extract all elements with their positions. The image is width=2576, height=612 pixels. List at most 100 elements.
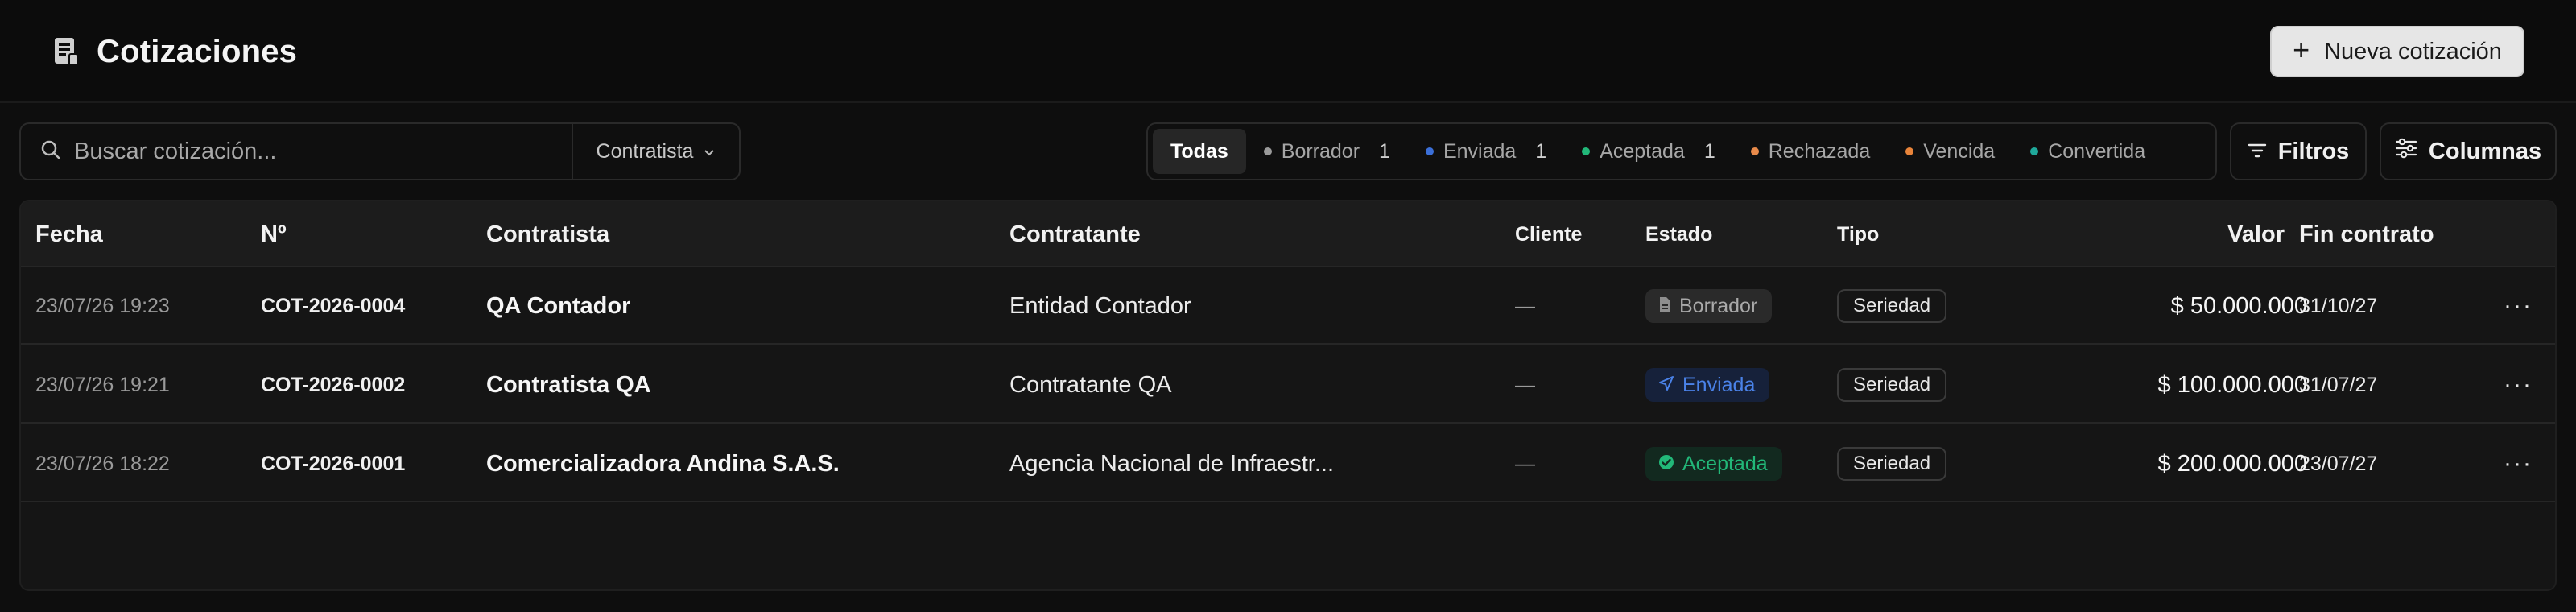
table-row[interactable]: 23/07/26 19:23 COT-2026-0004 QA Contador… xyxy=(21,267,2555,345)
cell-cliente: — xyxy=(1515,373,1535,396)
cell-fin-contrato: 31/10/27 xyxy=(2299,294,2378,317)
cell-estado: Aceptada xyxy=(1645,425,1782,502)
cell-numero: COT-2026-0002 xyxy=(261,373,406,396)
more-options-icon[interactable]: ··· xyxy=(2504,425,2533,502)
status-badge-label: Enviada xyxy=(1682,373,1756,396)
search-field[interactable] xyxy=(21,124,573,179)
column-header-fecha[interactable]: Fecha xyxy=(35,201,103,267)
plus-icon: + xyxy=(2293,33,2310,66)
filters-button[interactable]: Filtros xyxy=(2230,122,2367,180)
cell-fin-contrato: 31/07/27 xyxy=(2299,373,2378,396)
column-header-tipo[interactable]: Tipo xyxy=(1837,201,1879,267)
cell-estado: Borrador xyxy=(1645,267,1773,345)
status-dot xyxy=(1425,147,1434,155)
cell-fecha: 23/07/26 19:21 xyxy=(35,373,170,396)
status-badge: Borrador xyxy=(1645,289,1773,323)
search-box: Contratista xyxy=(19,122,741,180)
cell-tipo: Seriedad xyxy=(1837,346,1947,424)
status-badge: Enviada xyxy=(1645,368,1770,402)
status-tab-label: Rechazada xyxy=(1768,139,1871,163)
status-tab-vencida[interactable]: Vencida xyxy=(1888,129,2013,174)
status-tab-label: Aceptada xyxy=(1600,139,1685,163)
cell-fin-contrato: 23/07/27 xyxy=(2299,452,2378,475)
filter-icon xyxy=(2248,139,2267,165)
filters-label: Filtros xyxy=(2277,138,2350,164)
type-badge: Seriedad xyxy=(1837,447,1947,481)
cell-numero: COT-2026-0004 xyxy=(261,294,406,317)
status-filter-tabs: Todas Borrador 1 Enviada 1 Aceptada 1 Re… xyxy=(1146,122,2217,180)
title-group: Cotizaciones xyxy=(52,32,297,71)
status-tab-enviada[interactable]: Enviada 1 xyxy=(1408,129,1564,174)
quotes-table: Fecha Nº Contratista Contratante Cliente… xyxy=(19,200,2557,591)
column-header-cliente[interactable]: Cliente xyxy=(1515,201,1582,267)
cell-estado: Enviada xyxy=(1645,346,1770,424)
status-tab-label: Enviada xyxy=(1443,139,1517,163)
column-header-numero[interactable]: Nº xyxy=(261,201,287,267)
type-badge: Seriedad xyxy=(1837,289,1947,323)
status-tab-label: Vencida xyxy=(1923,139,1996,163)
status-tab-borrador[interactable]: Borrador 1 xyxy=(1246,129,1408,174)
more-options-icon[interactable]: ··· xyxy=(2504,267,2533,345)
column-header-contratista[interactable]: Contratista xyxy=(486,201,609,267)
search-icon xyxy=(40,139,61,164)
status-dot xyxy=(1750,147,1759,155)
status-badge-label: Aceptada xyxy=(1682,452,1768,475)
status-dot xyxy=(1582,147,1591,155)
cell-contratista: Comercializadora Andina S.A.S. xyxy=(486,450,840,477)
cell-valor: $ 200.000.000 xyxy=(2157,450,2307,477)
status-tab-count: 1 xyxy=(1379,139,1390,163)
sliders-icon xyxy=(2395,138,2417,165)
column-header-estado[interactable]: Estado xyxy=(1645,201,1712,267)
columns-button[interactable]: Columnas xyxy=(2380,122,2557,180)
cell-numero: COT-2026-0001 xyxy=(261,452,406,475)
cell-fecha: 23/07/26 19:23 xyxy=(35,294,170,317)
status-dot xyxy=(1263,147,1272,155)
cell-contratante: Entidad Contador xyxy=(1009,292,1191,319)
status-dot xyxy=(2030,147,2039,155)
cell-contratante: Agencia Nacional de Infraestr... xyxy=(1009,450,1335,477)
status-tab-rechazada[interactable]: Rechazada xyxy=(1733,129,1888,174)
column-header-valor[interactable]: Valor xyxy=(2017,201,2285,267)
check-circle-icon xyxy=(1658,453,1674,476)
search-input[interactable] xyxy=(74,138,557,165)
document-icon xyxy=(52,35,80,68)
status-tab-label: Convertida xyxy=(2048,139,2146,163)
page-header: Cotizaciones + Nueva cotización xyxy=(0,0,2576,103)
status-tab-label: Todas xyxy=(1170,139,1228,163)
status-tab-label: Borrador xyxy=(1281,139,1360,163)
cell-contratista: Contratista QA xyxy=(486,371,651,398)
status-tab-convertida[interactable]: Convertida xyxy=(2013,129,2163,174)
new-quote-button[interactable]: + Nueva cotización xyxy=(2270,26,2524,77)
status-tab-aceptada[interactable]: Aceptada 1 xyxy=(1564,129,1733,174)
status-tab-todas[interactable]: Todas xyxy=(1153,129,1246,174)
status-badge: Aceptada xyxy=(1645,447,1782,481)
contratista-select[interactable]: Contratista xyxy=(573,124,739,179)
contratista-select-label: Contratista xyxy=(596,139,694,163)
type-badge: Seriedad xyxy=(1837,368,1947,402)
table-row[interactable]: 23/07/26 18:22 COT-2026-0001 Comercializ… xyxy=(21,425,2555,502)
status-tab-count: 1 xyxy=(1703,139,1715,163)
column-header-contratante[interactable]: Contratante xyxy=(1009,201,1141,267)
new-quote-label: Nueva cotización xyxy=(2324,38,2502,64)
document-icon xyxy=(1658,295,1671,318)
chevron-down-icon xyxy=(703,140,716,163)
send-icon xyxy=(1658,374,1674,397)
table-row[interactable]: 23/07/26 19:21 COT-2026-0002 Contratista… xyxy=(21,346,2555,424)
page-title: Cotizaciones xyxy=(97,33,298,69)
cell-tipo: Seriedad xyxy=(1837,267,1947,345)
cell-cliente: — xyxy=(1515,452,1535,475)
status-tab-count: 1 xyxy=(1535,139,1547,163)
column-header-fin-contrato[interactable]: Fin contrato xyxy=(2299,201,2434,267)
cell-valor: $ 50.000.000 xyxy=(2170,292,2307,319)
cell-tipo: Seriedad xyxy=(1837,425,1947,502)
columns-label: Columnas xyxy=(2428,138,2542,164)
cell-valor: $ 100.000.000 xyxy=(2157,371,2307,398)
status-badge-label: Borrador xyxy=(1679,294,1758,317)
cell-cliente: — xyxy=(1515,294,1535,317)
more-options-icon[interactable]: ··· xyxy=(2504,346,2533,424)
status-dot xyxy=(1905,147,1914,155)
table-header: Fecha Nº Contratista Contratante Cliente… xyxy=(21,201,2555,267)
cell-fecha: 23/07/26 18:22 xyxy=(35,452,170,475)
cell-contratante: Contratante QA xyxy=(1009,371,1172,398)
cell-contratista: QA Contador xyxy=(486,292,631,319)
